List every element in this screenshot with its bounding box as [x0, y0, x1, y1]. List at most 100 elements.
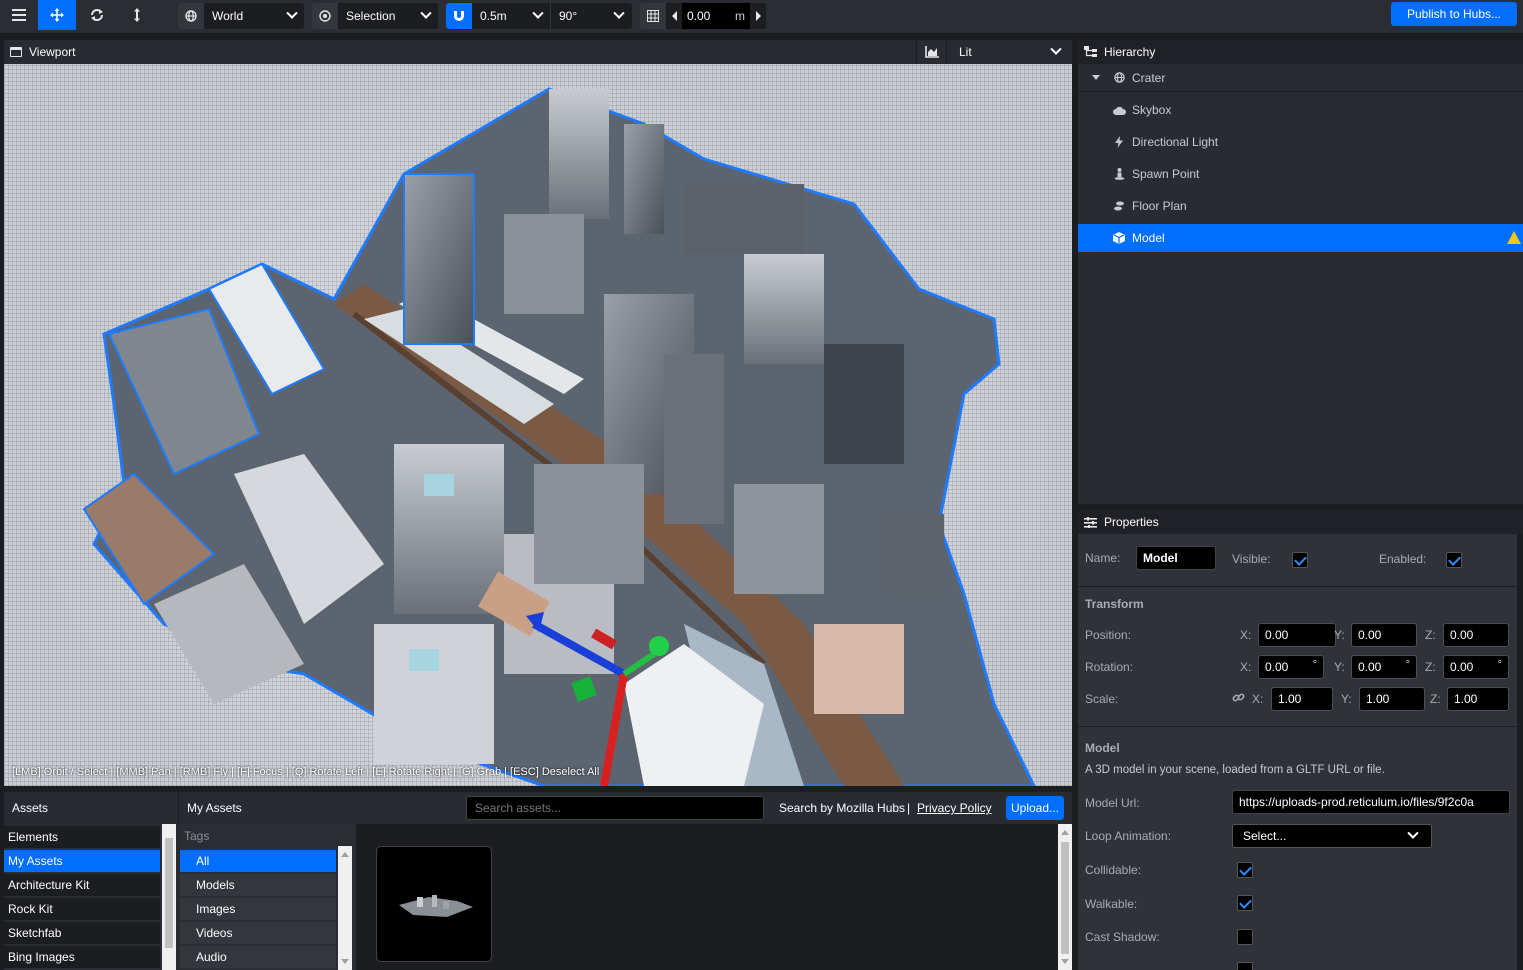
visible-checkbox[interactable]	[1292, 552, 1308, 568]
name-input[interactable]: Model	[1136, 546, 1216, 570]
scrollbar-thumb[interactable]	[165, 838, 173, 948]
divider	[178, 792, 179, 824]
tree-item-model[interactable]: Model	[1078, 224, 1523, 252]
degree-unit: °	[1497, 659, 1502, 671]
link-icon[interactable]	[1232, 691, 1245, 707]
enabled-label: Enabled:	[1379, 552, 1427, 566]
collidable-checkbox[interactable]	[1237, 862, 1253, 878]
tag-item-images[interactable]: Images	[180, 898, 336, 920]
snap-toggle-button[interactable]	[446, 3, 472, 29]
publish-button[interactable]: Publish to Hubs...	[1391, 2, 1517, 26]
receive-shadow-checkbox[interactable]	[1237, 962, 1253, 970]
source-item-bing-images[interactable]: Bing Images	[4, 946, 160, 968]
asset-search-input[interactable]: Search assets...	[466, 796, 764, 820]
cast-shadow-checkbox[interactable]	[1237, 929, 1253, 945]
asset-source-title: My Assets	[187, 801, 242, 815]
tags-list-scrollbar[interactable]	[338, 846, 352, 970]
transform-space-value: World	[212, 9, 244, 23]
grid-decrease-button[interactable]	[666, 11, 682, 21]
assets-panel: Assets My Assets Search assets... Search…	[4, 792, 1072, 970]
asset-grid	[356, 824, 1072, 970]
scrollbar-thumb[interactable]	[1061, 842, 1069, 954]
rotate-tool-button[interactable]	[78, 0, 116, 30]
street-view-icon	[1112, 168, 1126, 180]
warning-icon[interactable]	[1507, 231, 1521, 244]
asset-tile[interactable]	[376, 846, 492, 962]
asset-grid-scrollbar[interactable]	[1058, 824, 1072, 970]
source-item-elements[interactable]: Elements	[4, 826, 160, 848]
grid-height-input[interactable]: 0.00 m	[682, 3, 750, 29]
viewport-title: Viewport	[29, 45, 76, 59]
scroll-up-icon[interactable]	[1061, 830, 1069, 835]
rotation-snap-select[interactable]: 90°	[551, 3, 631, 29]
scroll-down-icon[interactable]	[341, 959, 349, 964]
tree-root-crater[interactable]: Crater	[1078, 64, 1523, 92]
privacy-policy-link[interactable]: Privacy Policy	[917, 801, 992, 815]
loop-animation-select[interactable]: Select...	[1232, 824, 1432, 848]
properties-panel: Properties Name: Model Visible: Enabled:…	[1078, 510, 1523, 970]
grid-icon	[647, 10, 659, 22]
tag-item-audio[interactable]: Audio	[180, 946, 336, 968]
scroll-up-icon[interactable]	[341, 852, 349, 857]
properties-scrollbar[interactable]	[1517, 534, 1523, 970]
window-icon	[10, 47, 22, 57]
enabled-checkbox[interactable]	[1446, 552, 1462, 568]
tree-item-floor-plan[interactable]: Floor Plan	[1078, 192, 1523, 220]
asset-source-list: Elements My Assets Architecture Kit Rock…	[4, 824, 176, 970]
source-item-my-assets[interactable]: My Assets	[4, 850, 160, 872]
snap-control: 0.5m 90°	[446, 3, 632, 29]
transform-space-select[interactable]: World	[204, 3, 304, 29]
tag-item-models[interactable]: Models	[180, 874, 336, 896]
cast-shadow-label: Cast Shadow:	[1085, 930, 1160, 944]
scroll-down-icon[interactable]	[1061, 959, 1069, 964]
chevron-down-icon	[420, 7, 432, 19]
assets-header: Assets My Assets Search assets... Search…	[4, 792, 1072, 824]
assets-title: Assets	[12, 801, 49, 815]
tree-item-label: Model	[1132, 231, 1165, 245]
upload-button[interactable]: Upload...	[1006, 796, 1064, 820]
tag-item-videos[interactable]: Videos	[180, 922, 336, 944]
model-url-input[interactable]: https://uploads-prod.reticulum.io/files/…	[1232, 790, 1510, 814]
tree-item-skybox[interactable]: Skybox	[1078, 96, 1523, 124]
tags-list: Tags All Models Images Videos Audio	[180, 824, 354, 970]
viewport-header: Viewport Lit	[4, 40, 1072, 64]
translate-tool-button[interactable]	[38, 0, 76, 30]
translation-snap-select[interactable]: 0.5m	[472, 3, 550, 29]
scale-y-axis: Y:	[1341, 692, 1352, 706]
source-item-sketchfab[interactable]: Sketchfab	[4, 922, 160, 944]
sync-icon	[91, 9, 103, 21]
scale-z-input[interactable]: 1.00	[1447, 687, 1509, 711]
scale-x-input[interactable]: 1.00	[1271, 687, 1333, 711]
viewport-panel: Viewport Lit [LMB] Orbit / Select | [MMB…	[4, 40, 1072, 786]
transform-pivot-select[interactable]: Selection	[338, 3, 438, 29]
tree-item-directional-light[interactable]: Directional Light	[1078, 128, 1523, 156]
stats-toggle-button[interactable]	[916, 40, 946, 64]
source-list-scrollbar[interactable]	[162, 824, 176, 970]
tag-item-all[interactable]: All	[180, 850, 336, 872]
position-x-input[interactable]: 0.00	[1258, 623, 1336, 647]
source-item-architecture-kit[interactable]: Architecture Kit	[4, 874, 160, 896]
controls-hint: [LMB] Orbit / Select | [MMB] Pan | [RMB]…	[12, 766, 600, 778]
rotation-y-input[interactable]: 0.00 °	[1351, 655, 1417, 679]
rotation-y-axis: Y:	[1334, 660, 1345, 674]
hierarchy-title: Hierarchy	[1104, 45, 1156, 59]
scale-y-input[interactable]: 1.00	[1359, 687, 1425, 711]
position-y-input[interactable]: 0.00	[1351, 623, 1417, 647]
chart-area-icon	[924, 46, 939, 58]
rotation-y-value: 0.00	[1358, 660, 1382, 674]
walkable-checkbox[interactable]	[1237, 895, 1253, 911]
menu-button[interactable]	[0, 0, 38, 30]
position-z-input[interactable]: 0.00	[1443, 623, 1509, 647]
rotation-z-input[interactable]: 0.00 °	[1443, 655, 1509, 679]
rotation-x-input[interactable]: 0.00 °	[1258, 655, 1324, 679]
scene-canvas[interactable]: [LMB] Orbit / Select | [MMB] Pan | [RMB]…	[4, 64, 1072, 786]
render-mode-select[interactable]: Lit	[946, 40, 1072, 64]
source-item-rock-kit[interactable]: Rock Kit	[4, 898, 160, 920]
grid-increase-button[interactable]	[750, 11, 766, 21]
grid-control: 0.00 m	[640, 3, 766, 29]
divider	[1078, 586, 1517, 587]
scale-tool-button[interactable]	[118, 0, 156, 30]
caret-right-icon	[755, 11, 761, 21]
grid-toggle-button[interactable]	[640, 3, 666, 29]
tree-item-spawn-point[interactable]: Spawn Point	[1078, 160, 1523, 188]
